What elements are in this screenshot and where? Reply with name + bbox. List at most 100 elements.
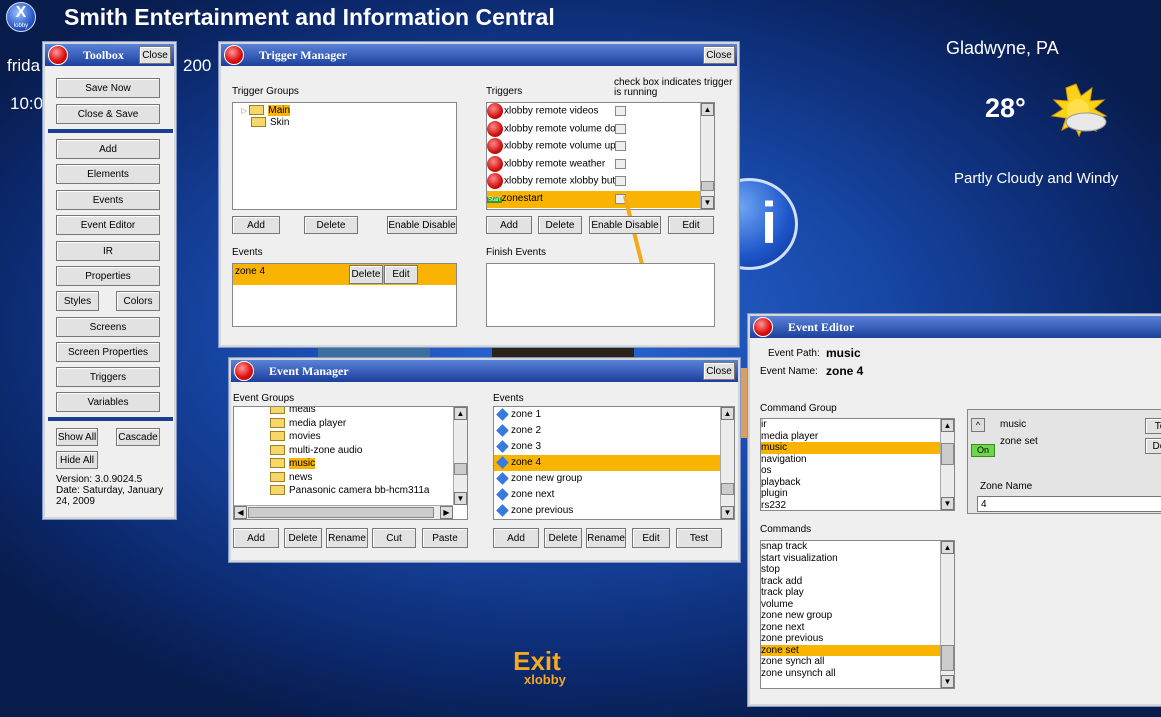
scroll-down-icon[interactable]: ▼ [941, 497, 954, 510]
scroll-down-icon[interactable]: ▼ [454, 492, 467, 505]
event-item[interactable]: zone 4 Delete Edit [233, 264, 456, 285]
screen-properties-button[interactable]: Screen Properties [56, 342, 160, 362]
event-manager-close-button[interactable]: Close [703, 362, 735, 380]
properties-button[interactable]: Properties [56, 266, 160, 286]
group-item[interactable]: Panasonic camera bb-hcm311a [270, 484, 429, 498]
styles-button[interactable]: Styles [56, 291, 99, 311]
finish-events-list[interactable] [486, 263, 715, 327]
event-item[interactable]: zone previous [494, 503, 734, 519]
group-item[interactable]: multi-zone audio [270, 444, 429, 458]
scroll-down-icon[interactable]: ▼ [941, 675, 954, 688]
group-add-button[interactable]: Add [233, 528, 279, 548]
scroll-left-icon[interactable]: ◀ [234, 506, 247, 519]
scroll-thumb[interactable] [248, 507, 434, 518]
command-item[interactable]: zone next [761, 622, 954, 634]
running-checkbox[interactable] [615, 176, 626, 186]
event-groups-list[interactable]: meals media player movies multi-zone aud… [233, 406, 468, 520]
group-delete-button[interactable]: Delete [284, 528, 322, 548]
cascade-button[interactable]: Cascade [116, 428, 160, 446]
triggers-list[interactable]: xlobby remote videos xlobby remote volum… [486, 102, 715, 210]
command-group-item[interactable]: navigation [761, 454, 954, 466]
colors-button[interactable]: Colors [116, 291, 160, 311]
add-button[interactable]: Add [56, 139, 160, 159]
event-edit-button[interactable]: Edit [632, 528, 670, 548]
event-item[interactable]: zone new group [494, 471, 734, 487]
on-badge[interactable]: On [971, 444, 995, 457]
group-item[interactable]: news [270, 471, 429, 485]
elements-button[interactable]: Elements [56, 164, 160, 184]
scroll-up-icon[interactable]: ▲ [701, 103, 714, 116]
scroll-down-icon[interactable]: ▼ [701, 196, 714, 209]
trigger-events-list[interactable]: zone 4 Delete Edit [232, 263, 457, 327]
group-rename-button[interactable]: Rename [326, 528, 368, 548]
trigger-groups-tree[interactable]: ▷ Main Skin [232, 102, 457, 210]
events-button[interactable]: Events [56, 190, 160, 210]
trigger-add-button[interactable]: Add [486, 216, 532, 234]
event-delete-button[interactable]: Delete [349, 265, 383, 284]
running-checkbox[interactable] [615, 106, 626, 116]
command-item[interactable]: zone set [761, 644, 954, 656]
command-item[interactable]: zone previous [761, 633, 954, 645]
scroll-thumb[interactable] [941, 443, 954, 465]
event-item[interactable]: zone 4 [494, 455, 734, 471]
scroll-thumb[interactable] [941, 645, 954, 671]
group-add-button[interactable]: Add [232, 216, 280, 234]
group-item[interactable]: media player [270, 417, 429, 431]
group-item[interactable]: movies [270, 430, 429, 444]
commands-list[interactable]: snap track start visualization stop trac… [760, 540, 955, 689]
scroll-up-icon[interactable]: ▲ [721, 407, 734, 420]
triggers-scrollbar[interactable]: ▲ ▼ [700, 103, 714, 209]
command-group-scrollbar[interactable]: ▲ ▼ [940, 419, 954, 510]
event-editor-button[interactable]: Event Editor [56, 215, 160, 235]
event-item[interactable]: zone 1 [494, 407, 734, 423]
trigger-item[interactable]: xlobby remote volume do [487, 120, 714, 139]
event-delete-button[interactable]: Delete [544, 528, 582, 548]
event-editor-titlebar[interactable]: Event Editor [750, 316, 1161, 338]
trigger-item[interactable]: xlobby remote videos [487, 103, 714, 121]
command-group-item[interactable]: playback [761, 477, 954, 489]
events-list[interactable]: zone 1 zone 2 zone 3 zone 4 zone new gro… [493, 406, 735, 520]
zone-name-input[interactable] [977, 496, 1161, 512]
commands-scrollbar[interactable]: ▲ ▼ [940, 541, 954, 688]
tree-item[interactable]: Skin [233, 115, 456, 131]
variables-button[interactable]: Variables [56, 392, 160, 412]
horizontal-scrollbar[interactable]: ◀ ▶ [234, 505, 453, 519]
ir-button[interactable]: IR [56, 241, 160, 261]
command-item[interactable]: zone new group [761, 610, 954, 622]
command-item[interactable]: zone synch all [761, 656, 954, 668]
event-item[interactable]: zone 2 [494, 423, 734, 439]
command-group-item[interactable]: music [761, 442, 954, 454]
command-group-item[interactable]: media player [761, 431, 954, 443]
group-cut-button[interactable]: Cut [372, 528, 416, 548]
step-delete-button[interactable]: Del [1145, 438, 1161, 454]
trigger-manager-close-button[interactable]: Close [703, 46, 735, 64]
events-scrollbar[interactable]: ▲ ▼ [720, 407, 734, 519]
trigger-item[interactable]: xlobby remote xlobby butt [487, 173, 714, 191]
scroll-thumb[interactable] [721, 483, 734, 495]
event-item[interactable]: zone 3 [494, 439, 734, 455]
command-group-list[interactable]: ir media player music navigation os play… [760, 418, 955, 511]
trigger-item[interactable]: xlobby remote volume up [487, 138, 714, 156]
event-rename-button[interactable]: Rename [586, 528, 626, 548]
event-edit-button[interactable]: Edit [384, 265, 418, 284]
group-paste-button[interactable]: Paste [422, 528, 468, 548]
groups-scrollbar[interactable]: ▲ ▼ [453, 407, 467, 505]
group-item[interactable]: meals [270, 407, 429, 417]
toolbox-close-button[interactable]: Close [139, 46, 171, 64]
event-item[interactable]: zone next [494, 487, 734, 503]
trigger-enable-disable-button[interactable]: Enable Disable [589, 216, 661, 234]
event-manager-titlebar[interactable]: Event Manager Close [231, 360, 738, 382]
exit-button[interactable]: Exit xlobby [508, 648, 566, 686]
command-item[interactable]: track add [761, 576, 954, 588]
command-group-item[interactable]: os [761, 465, 954, 477]
group-item[interactable]: music [270, 457, 429, 471]
event-add-button[interactable]: Add [493, 528, 539, 548]
scroll-up-icon[interactable]: ▲ [454, 407, 467, 420]
command-item[interactable]: zone unsynch all [761, 668, 954, 680]
command-item[interactable]: start visualization [761, 553, 954, 565]
command-item[interactable]: stop [761, 564, 954, 576]
running-checkbox[interactable] [615, 123, 626, 134]
command-group-item[interactable]: plugin [761, 488, 954, 500]
trigger-edit-button[interactable]: Edit [668, 216, 714, 234]
trigger-item[interactable]: Startzonestart [487, 190, 714, 208]
